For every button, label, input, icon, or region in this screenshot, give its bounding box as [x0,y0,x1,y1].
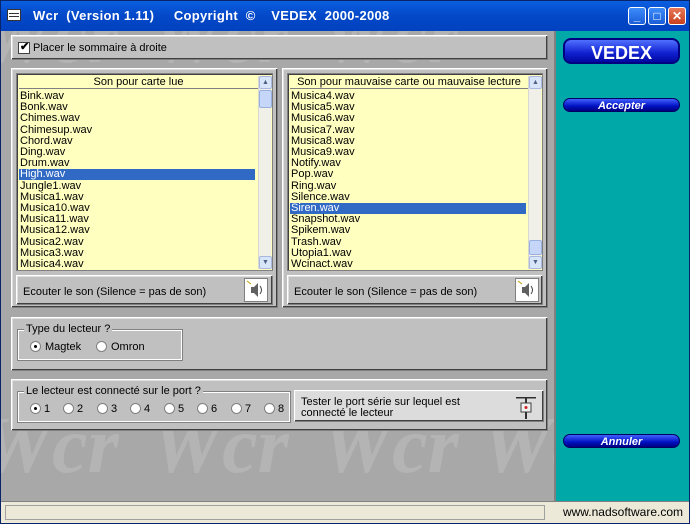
list-item[interactable]: High.wav [19,169,255,181]
right-list-scrollbar[interactable]: ▲ ▼ [528,76,542,269]
title-bar[interactable]: Wcr (Version 1.11) Copyright © VEDEX 200… [1,1,689,31]
list-item[interactable]: Chimesup.wav [19,124,255,136]
scroll-up-icon[interactable]: ▲ [259,76,272,89]
port-radio-label[interactable]: 2 [77,403,83,415]
port-radio-1[interactable] [30,403,41,414]
port-radio-6[interactable] [197,403,208,414]
speaker-icon [517,280,533,297]
list-item[interactable]: Musica2.wav [19,236,255,248]
list-item[interactable]: Ring.wav [290,180,526,192]
port-radio-label[interactable]: 3 [111,403,117,415]
speaker-icon [246,280,262,297]
vedex-brand-button[interactable]: VEDEX [563,38,680,64]
left-play-row: Ecouter le son (Silence = pas de son) [16,275,273,305]
scroll-thumb[interactable] [259,90,272,108]
cancel-button[interactable]: Annuler [563,434,680,448]
minimize-button[interactable]: _ [628,7,646,25]
left-play-label: Ecouter le son (Silence = pas de son) [23,286,207,298]
port-title: Le lecteur est connecté sur le port ? [24,385,203,397]
list-item[interactable]: Musica12.wav [19,225,255,236]
speaker-play-button[interactable] [515,278,539,302]
status-bar: www.nadsoftware.com [1,501,689,523]
status-url: www.nadsoftware.com [562,505,683,519]
scroll-up-icon[interactable]: ▲ [529,76,542,89]
app-icon[interactable] [7,9,21,21]
list-item[interactable]: Spikem.wav [290,225,526,236]
radio-omron-label[interactable]: Omron [111,341,145,353]
list-item[interactable]: Trash.wav [290,236,526,248]
port-radio-label[interactable]: 6 [211,403,217,415]
list-item[interactable]: Musica4.wav [19,259,255,270]
scroll-down-icon[interactable]: ▼ [259,256,272,269]
list-item[interactable]: Pop.wav [290,169,526,180]
maximize-button[interactable]: □ [648,7,666,25]
bad-card-sound-list[interactable]: Son pour mauvaise carte ou mauvaise lect… [287,73,543,271]
list-item[interactable]: Wcinact.wav [290,259,526,270]
status-pane [5,505,545,520]
right-play-label: Ecouter le son (Silence = pas de son) [294,286,478,298]
sommaire-checkbox[interactable]: ✔ [18,41,30,54]
list-item[interactable]: Jungle1.wav [19,180,255,192]
scroll-down-icon[interactable]: ▼ [529,256,542,269]
radio-magtek[interactable] [30,341,41,352]
scroll-thumb[interactable] [529,240,542,255]
window-title: Wcr (Version 1.11) Copyright © VEDEX 200… [33,8,390,23]
accept-button[interactable]: Accepter [563,98,680,112]
port-radio-4[interactable] [130,403,141,414]
left-sound-panel: Son pour carte lue Bink.wav Bonk.wav Chime… [11,68,278,308]
radio-omron[interactable] [96,341,107,352]
serial-port-icon [516,397,536,419]
test-port-button[interactable]: Tester le port série sur lequel est conn… [294,390,544,422]
list-item[interactable]: Musica7.wav [290,124,526,136]
port-radio-label[interactable]: 1 [44,403,50,415]
port-radio-3[interactable] [97,403,108,414]
right-play-row: Ecouter le son (Silence = pas de son) [287,275,543,305]
check-icon: ✔ [20,41,30,53]
port-radio-label[interactable]: 5 [178,403,184,415]
port-radio-2[interactable] [63,403,74,414]
port-panel: Le lecteur est connecté sur le port ? 1 … [11,379,548,431]
port-radio-8[interactable] [264,403,275,414]
close-button[interactable]: ✕ [668,7,686,25]
list-item[interactable]: Chimes.wav [19,113,255,124]
app-window: Wcr (Version 1.11) Copyright © VEDEX 200… [0,0,690,524]
sommaire-label[interactable]: Placer le sommaire à droite [33,42,167,54]
list-header: Son pour carte lue [19,76,258,89]
test-port-label: Tester le port série sur lequel est conn… [301,396,460,419]
port-radio-5[interactable] [164,403,175,414]
list-header: Son pour mauvaise carte ou mauvaise lect… [290,76,528,89]
radio-magtek-label[interactable]: Magtek [45,341,81,353]
list-item[interactable]: Musica6.wav [290,113,526,124]
port-radio-label[interactable]: 8 [278,403,284,415]
card-read-sound-list[interactable]: Son pour carte lue Bink.wav Bonk.wav Chime… [16,73,273,271]
speaker-play-button[interactable] [244,278,268,302]
port-radio-7[interactable] [231,403,242,414]
left-list-scrollbar[interactable]: ▲ ▼ [258,76,272,269]
port-radio-label[interactable]: 7 [245,403,251,415]
reader-type-title: Type du lecteur ? [24,323,113,335]
port-radio-label[interactable]: 4 [144,403,150,415]
right-sound-panel: Son pour mauvaise carte ou mauvaise lect… [282,68,548,308]
options-panel: ✔ Placer le sommaire à droite [11,35,548,60]
reader-type-panel: Type du lecteur ? Magtek Omron [11,317,548,371]
